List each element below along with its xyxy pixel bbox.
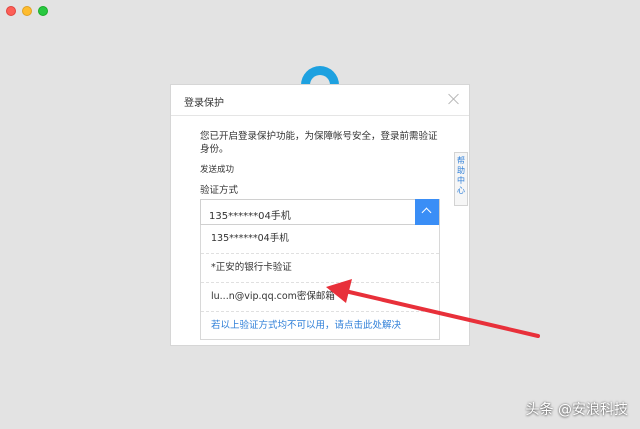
watermark-text: 头条 @安浪科技 <box>525 402 628 418</box>
app-window: 登录保护 您已开启登录保护功能，为保障帐号安全，登录前需验证身份。 发送成功 验… <box>0 0 640 429</box>
annotation-arrow-icon <box>326 279 540 338</box>
